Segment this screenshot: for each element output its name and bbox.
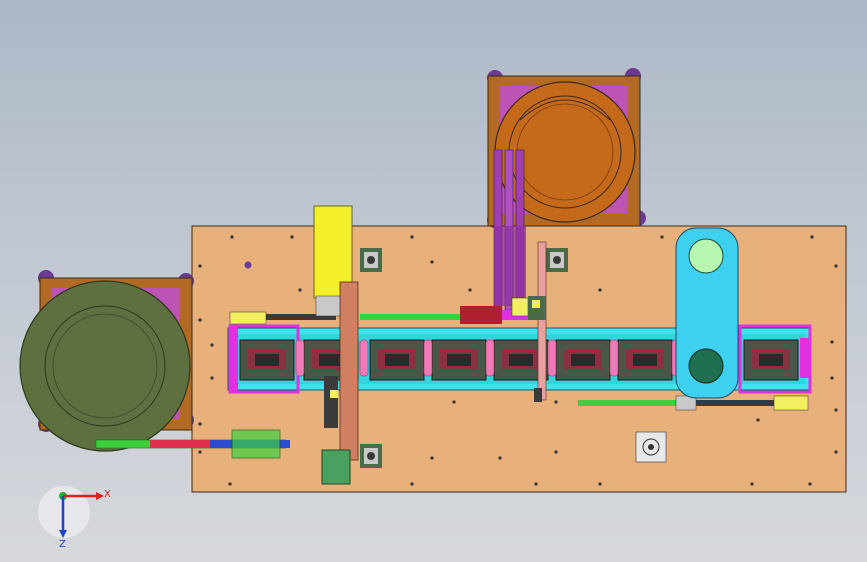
cad-viewport[interactable]: X Z: [0, 0, 867, 562]
motor-block: [635, 431, 667, 463]
sensor-mount-lower-left: [360, 444, 382, 468]
sensor-mount-upper-left: [360, 248, 382, 272]
assembly-drawing: X Z: [19, 68, 847, 550]
fixture-1[interactable]: [239, 339, 295, 381]
left-bowl-feeder[interactable]: [19, 270, 194, 452]
x-axis-label: X: [104, 489, 111, 500]
fixture-4[interactable]: [431, 339, 487, 381]
sensor-mount-upper-right: [546, 248, 568, 272]
arm-upper-disc: [688, 238, 724, 274]
arm-lower-disc: [688, 348, 724, 384]
z-axis-label: Z: [59, 539, 66, 550]
fixture-8[interactable]: [743, 339, 799, 381]
fixture-6[interactable]: [555, 339, 611, 381]
coordinate-triad: [38, 486, 104, 538]
fixture-3[interactable]: [369, 339, 425, 381]
locator-pin: [244, 261, 252, 269]
rotary-arm[interactable]: [675, 227, 739, 399]
fixture-7[interactable]: [617, 339, 673, 381]
bowl-chute: [493, 149, 526, 311]
